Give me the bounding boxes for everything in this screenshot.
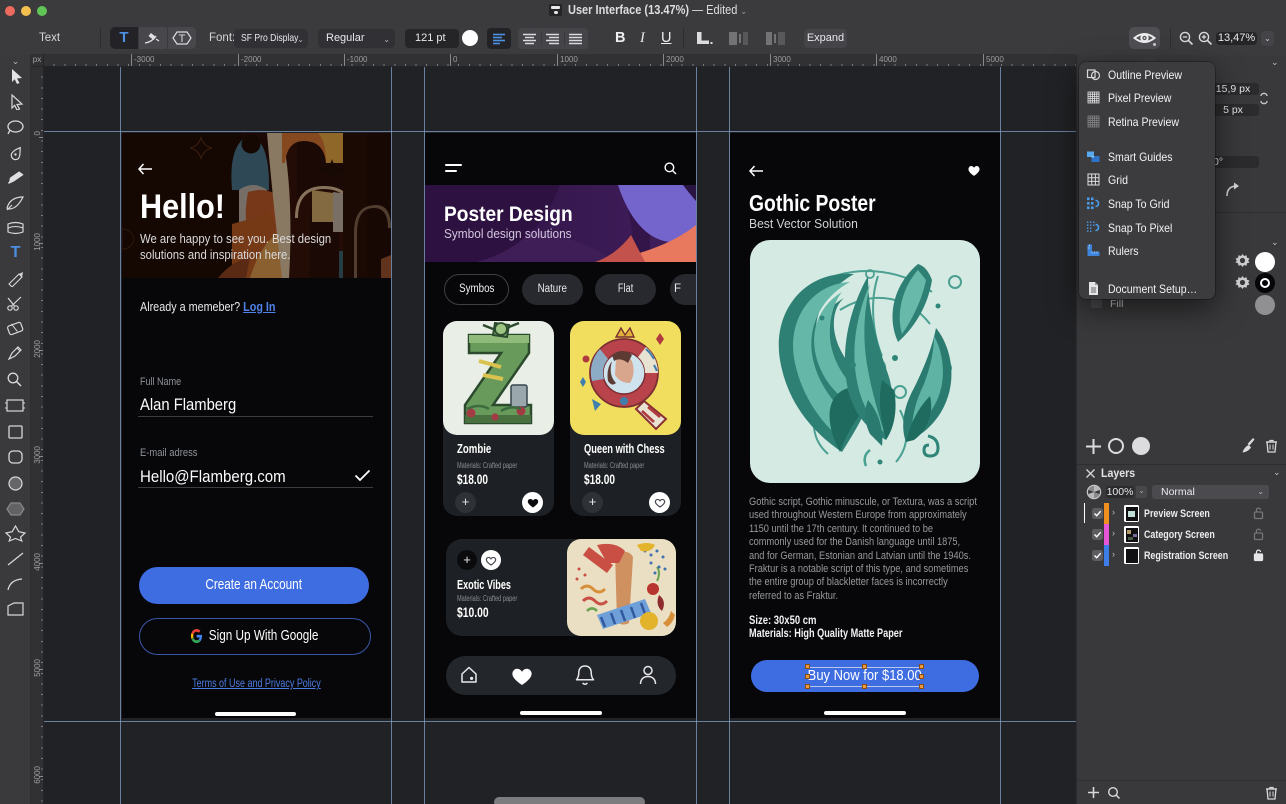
svg-text:T: T <box>179 33 186 45</box>
